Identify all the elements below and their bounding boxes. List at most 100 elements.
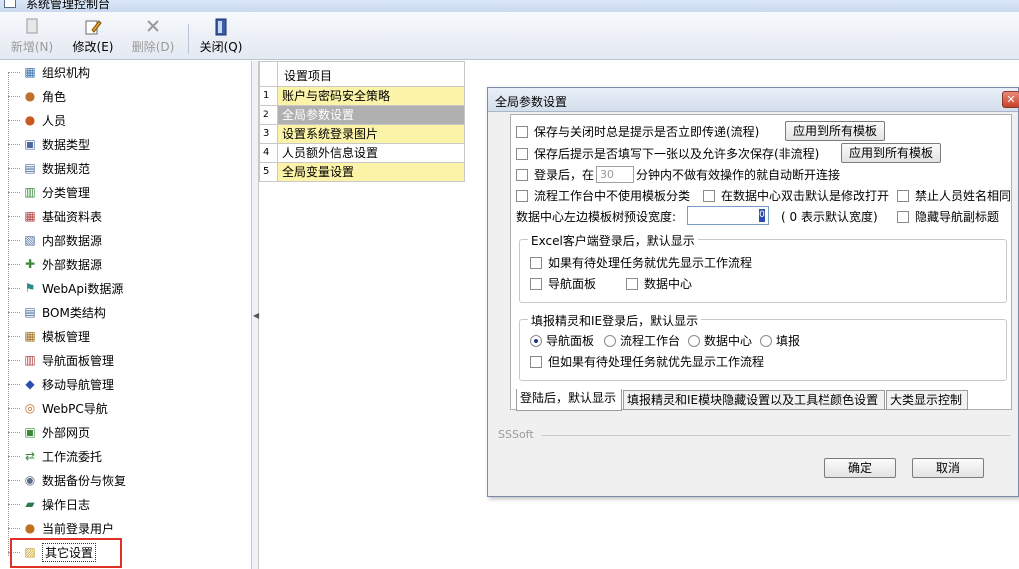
opt-login-timeout[interactable]: 登录后，在 30 分钟内不做有效操作的就自动断开连接: [516, 166, 840, 183]
tree-item[interactable]: ◎ WebPC导航: [8, 397, 108, 419]
row-label[interactable]: 设置系统登录图片: [278, 125, 464, 143]
tree-item[interactable]: ▦ 组织机构: [8, 61, 90, 83]
radio-ie-nav-panel[interactable]: 导航面板: [530, 332, 594, 349]
row-label[interactable]: 全局参数设置: [278, 106, 464, 124]
tree-item-label: 移动导航管理: [42, 377, 115, 392]
row-number-current: 2 ▶: [260, 106, 278, 138]
login-minutes-input[interactable]: 30: [596, 166, 635, 183]
checkbox[interactable]: [516, 147, 528, 160]
checkbox[interactable]: [530, 355, 542, 368]
opt-hide-nav-subtitle[interactable]: 隐藏导航副标题: [897, 208, 999, 225]
radio-ie-workflow[interactable]: 流程工作台: [604, 332, 680, 349]
excel-default-group: Excel客户端登录后，默认显示 如果有待处理任务就优先显示工作流程 导航面板 …: [519, 232, 1007, 303]
ok-button[interactable]: 确定: [824, 458, 896, 478]
table-row[interactable]: 2 ▶全局参数设置: [259, 106, 465, 138]
tree-item[interactable]: ✚ 外部数据源: [8, 253, 102, 275]
tree-item[interactable]: ◉ 数据备份与恢复: [8, 469, 126, 491]
edit-button[interactable]: 修改(E): [68, 16, 118, 56]
row-label[interactable]: 全局变量设置: [278, 163, 464, 181]
tab-hide-toolbar-settings[interactable]: 填报精灵和IE模块隐藏设置以及工具栏颜色设置: [623, 390, 885, 410]
tree-item[interactable]: ▤ 数据规范: [8, 157, 90, 179]
tree-item[interactable]: ▣ 数据类型: [8, 133, 90, 155]
delete-button[interactable]: 删除(D): [128, 16, 178, 56]
tab-login-default[interactable]: 登陆后，默认显示: [516, 389, 622, 411]
delete-button-label: 删除(D): [131, 40, 175, 54]
radio-ie-fill[interactable]: 填报: [760, 332, 800, 349]
tree-width-input[interactable]: 0: [687, 206, 769, 225]
opt-dblclick-edit[interactable]: 在数据中心双击默认是修改打开: [703, 187, 889, 204]
tree-item[interactable]: ● 当前登录用户: [8, 517, 114, 539]
current-user-icon: ●: [24, 521, 36, 535]
new-button-label: 新增(N): [10, 40, 54, 54]
dialog-titlebar: 全局参数设置 ✕: [488, 88, 1019, 112]
radio-button-selected[interactable]: [530, 334, 542, 347]
tree-item[interactable]: ▤ BOM类结构: [8, 301, 106, 323]
dialog-title: 全局参数设置: [495, 95, 568, 109]
tree-item[interactable]: ◆ 移动导航管理: [8, 373, 114, 395]
apply-all-templates-button-1[interactable]: 应用到所有模板: [785, 121, 885, 141]
checkbox[interactable]: [516, 168, 528, 181]
opt-excel-pending-first[interactable]: 如果有待处理任务就优先显示工作流程: [530, 254, 752, 271]
radio-ie-data-center[interactable]: 数据中心: [688, 332, 752, 349]
tree-connector: [8, 503, 20, 505]
checkbox[interactable]: [703, 189, 715, 202]
table-row[interactable]: 3 设置系统登录图片: [259, 125, 465, 144]
table-row[interactable]: 1 账户与密码安全策略: [259, 87, 465, 106]
checkbox[interactable]: [516, 189, 528, 202]
tree-item[interactable]: ▥ 导航面板管理: [8, 349, 114, 371]
new-button[interactable]: 新增(N): [8, 16, 56, 56]
tab-category-display[interactable]: 大类显示控制: [886, 390, 968, 410]
row-label[interactable]: 账户与密码安全策略: [278, 87, 464, 105]
tree-item[interactable]: ● 角色: [8, 85, 66, 107]
opt-no-template-category[interactable]: 流程工作台中不使用模板分类: [516, 187, 690, 204]
option-label: 禁止人员姓名相同: [915, 189, 1012, 203]
highlight-box: [10, 538, 122, 568]
dialog-close-icon[interactable]: ✕: [1002, 91, 1019, 108]
radio-button[interactable]: [604, 334, 616, 347]
row-label[interactable]: 人员额外信息设置: [278, 144, 464, 162]
tree-connector: [8, 191, 20, 193]
footer-divider: [542, 435, 1010, 436]
option-label: 导航面板: [546, 334, 595, 348]
option-label: 填报: [776, 334, 801, 348]
radio-button[interactable]: [688, 334, 700, 347]
opt-ie-pending-first[interactable]: 但如果有待处理任务就优先显示工作流程: [530, 353, 764, 370]
tree-item[interactable]: ⚑ WebApi数据源: [8, 277, 123, 299]
opt-save-next-prompt[interactable]: 保存后提示是否填写下一张以及允许多次保存(非流程): [516, 145, 819, 162]
tree-connector: [8, 479, 20, 481]
table-row[interactable]: 4 人员额外信息设置: [259, 144, 465, 163]
checkbox[interactable]: [897, 189, 909, 202]
tree-item[interactable]: ▥ 分类管理: [8, 181, 90, 203]
checkbox[interactable]: [516, 125, 528, 138]
option-label: 分钟内不做有效操作的就自动断开连接: [636, 168, 841, 182]
tree-connector: [8, 335, 20, 337]
tree-item-label: BOM类结构: [42, 305, 106, 320]
checkbox[interactable]: [897, 210, 909, 223]
tree-item[interactable]: ⇄ 工作流委托: [8, 445, 102, 467]
tree-item[interactable]: ▣ 外部网页: [8, 421, 90, 443]
splitter-handle[interactable]: ◀: [252, 61, 259, 569]
tree-item[interactable]: ▧ 内部数据源: [8, 229, 102, 251]
close-button[interactable]: 关闭(Q): [196, 16, 246, 56]
table-row[interactable]: 5 全局变量设置: [259, 163, 465, 182]
tree-item[interactable]: ▦ 基础资料表: [8, 205, 102, 227]
tree-connector: [8, 383, 20, 385]
tree-width-label: 数据中心左边模板树预设宽度:: [516, 210, 677, 224]
tree-connector: [8, 263, 20, 265]
opt-excel-nav-panel[interactable]: 导航面板: [530, 275, 596, 292]
tree-item-label: 角色: [42, 89, 67, 104]
opt-save-close-prompt[interactable]: 保存与关闭时总是提示是否立即传递(流程): [516, 123, 759, 140]
apply-all-templates-button-2[interactable]: 应用到所有模板: [841, 143, 941, 163]
tree-item[interactable]: ● 人员: [8, 109, 66, 131]
role-users-icon: ●: [24, 89, 36, 103]
tree-item-label: 基础资料表: [42, 209, 103, 224]
checkbox[interactable]: [626, 277, 638, 290]
tree-item[interactable]: ▦ 模板管理: [8, 325, 90, 347]
opt-forbid-same-name[interactable]: 禁止人员姓名相同: [897, 187, 1011, 204]
cancel-button[interactable]: 取消: [912, 458, 984, 478]
tree-item[interactable]: ▰ 操作日志: [8, 493, 90, 515]
opt-excel-data-center[interactable]: 数据中心: [626, 275, 692, 292]
checkbox[interactable]: [530, 277, 542, 290]
radio-button[interactable]: [760, 334, 772, 347]
checkbox[interactable]: [530, 256, 542, 269]
